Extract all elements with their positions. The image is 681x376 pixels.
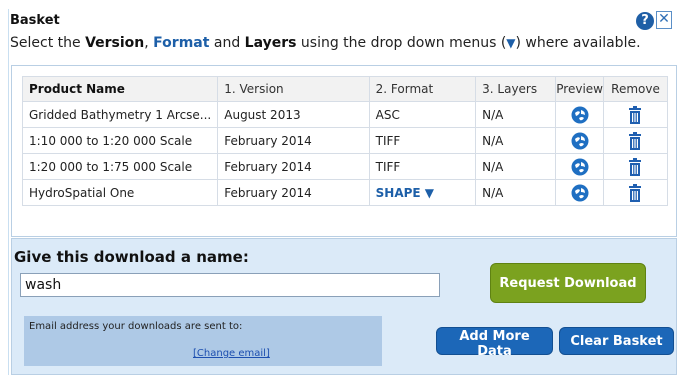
header-product-name: Product Name bbox=[21, 76, 219, 102]
trash-icon[interactable] bbox=[628, 105, 642, 124]
instructions-comma: , bbox=[144, 35, 154, 51]
globe-icon[interactable] bbox=[571, 184, 589, 202]
cell-preview bbox=[555, 127, 604, 154]
cell-product-name: 1:10 000 to 1:20 000 Scale bbox=[21, 127, 219, 154]
cell-preview bbox=[555, 153, 604, 180]
add-more-data-button[interactable]: Add More Data bbox=[436, 327, 553, 359]
table-row: 1:10 000 to 1:20 000 Scale February 2014… bbox=[21, 127, 669, 154]
basket-title: Basket bbox=[10, 13, 60, 28]
cell-product-name: Gridded Bathymetry 1 Arcse... bbox=[21, 101, 219, 128]
dropdown-arrow-icon: ▼ bbox=[506, 36, 516, 50]
header-preview: Preview bbox=[555, 76, 604, 102]
table-header-row: Product Name 1. Version 2. Format 3. Lay… bbox=[21, 76, 669, 102]
trash-icon[interactable] bbox=[628, 157, 642, 176]
request-download-button[interactable]: Request Download bbox=[490, 263, 646, 303]
trash-icon[interactable] bbox=[628, 131, 642, 150]
download-name-input[interactable] bbox=[20, 273, 440, 297]
help-icon[interactable]: ? bbox=[636, 12, 654, 30]
table-row: Gridded Bathymetry 1 Arcse... August 201… bbox=[21, 101, 669, 128]
cell-version: February 2014 bbox=[217, 153, 370, 180]
cell-version: February 2014 bbox=[217, 127, 370, 154]
table-row: 1:20 000 to 1:75 000 Scale February 2014… bbox=[21, 153, 669, 180]
cell-format-dropdown: SHAPE ▼ bbox=[368, 179, 477, 206]
cell-layers: N/A bbox=[475, 101, 557, 128]
cell-product-name: HydroSpatial One bbox=[21, 179, 219, 206]
globe-icon[interactable] bbox=[571, 132, 589, 150]
basket-table: Product Name 1. Version 2. Format 3. Lay… bbox=[21, 76, 669, 206]
email-label: Email address your downloads are sent to… bbox=[29, 321, 243, 332]
cell-layers: N/A bbox=[475, 153, 557, 180]
cell-version: August 2013 bbox=[217, 101, 370, 128]
close-icon[interactable]: ✕ bbox=[656, 11, 672, 29]
cell-remove bbox=[602, 179, 669, 206]
cell-format: TIFF bbox=[368, 127, 477, 154]
cell-product-name: 1:20 000 to 1:75 000 Scale bbox=[21, 153, 219, 180]
download-name-label: Give this download a name: bbox=[14, 248, 249, 266]
cell-format: ASC bbox=[368, 101, 477, 128]
cell-remove bbox=[602, 153, 669, 180]
globe-icon[interactable] bbox=[571, 106, 589, 124]
cell-layers: N/A bbox=[475, 127, 557, 154]
cell-preview bbox=[555, 101, 604, 128]
instructions-and: and bbox=[209, 35, 245, 51]
header-version: 1. Version bbox=[217, 76, 370, 102]
change-email-link[interactable]: [Change email] bbox=[193, 348, 270, 359]
cell-version: February 2014 bbox=[217, 179, 370, 206]
cell-layers: N/A bbox=[475, 179, 557, 206]
trash-icon[interactable] bbox=[628, 183, 642, 202]
header-layers: 3. Layers bbox=[475, 76, 557, 102]
cell-remove bbox=[602, 127, 669, 154]
instructions-suffix-before: using the drop down menus ( bbox=[296, 35, 507, 51]
instructions-format: Format bbox=[153, 35, 210, 51]
cell-preview bbox=[555, 179, 604, 206]
instructions-version: Version bbox=[85, 35, 145, 51]
header-format: 2. Format bbox=[368, 76, 477, 102]
instructions-prefix: Select the bbox=[10, 35, 86, 51]
header-remove: Remove bbox=[602, 76, 669, 102]
instructions-suffix-after: ) where available. bbox=[515, 35, 641, 51]
cell-format: TIFF bbox=[368, 153, 477, 180]
cell-remove bbox=[602, 101, 669, 128]
table-row: HydroSpatial One February 2014 SHAPE ▼ N… bbox=[21, 179, 669, 206]
basket-table-container: Product Name 1. Version 2. Format 3. Lay… bbox=[11, 65, 677, 237]
clear-basket-button[interactable]: Clear Basket bbox=[559, 327, 674, 355]
instructions-text: Select the Version, Format and Layers us… bbox=[10, 35, 641, 51]
instructions-layers: Layers bbox=[244, 35, 297, 51]
format-dropdown[interactable]: SHAPE ▼ bbox=[376, 186, 434, 200]
globe-icon[interactable] bbox=[571, 158, 589, 176]
